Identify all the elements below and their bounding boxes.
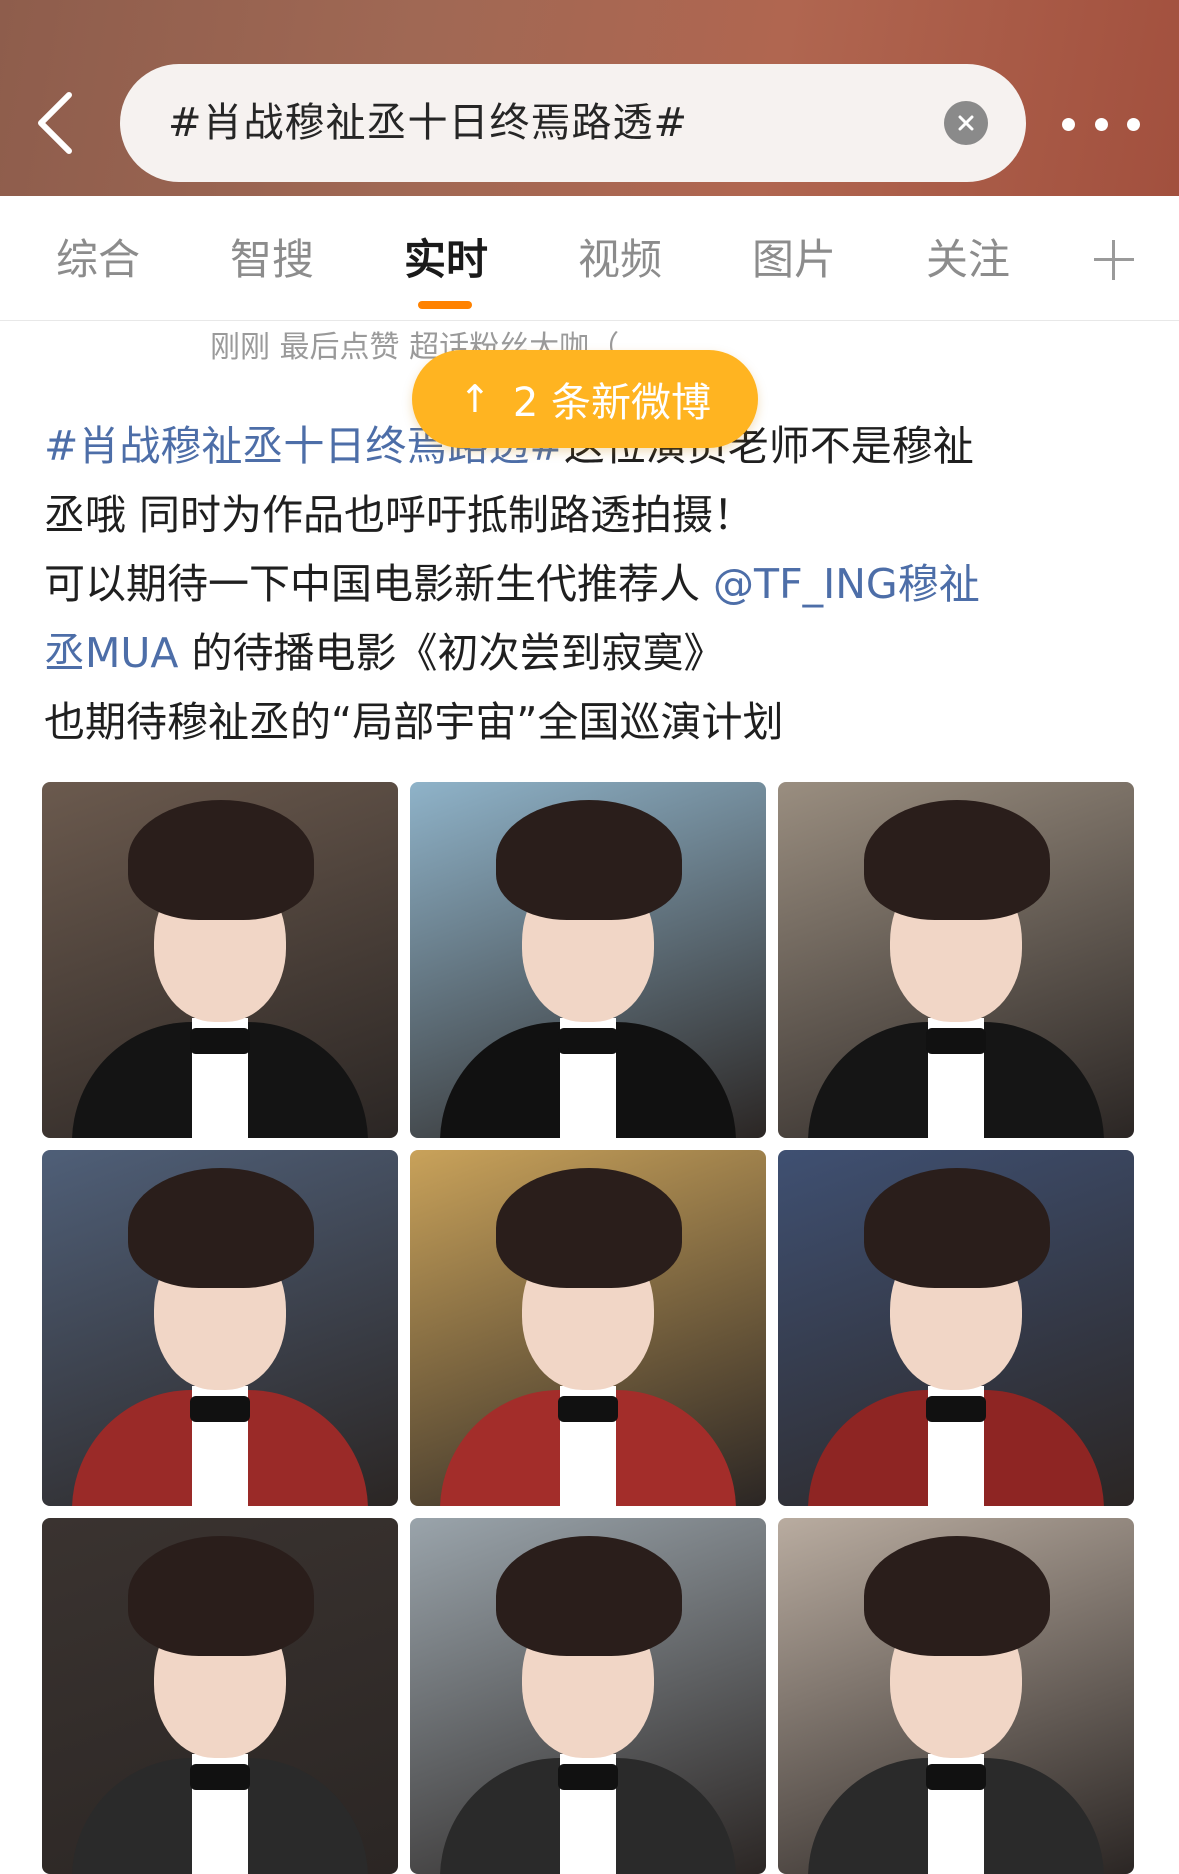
mention-link[interactable]: @TF_ING穆祉 bbox=[713, 560, 980, 608]
post-text-segment: 的待播电影《初次尝到寂寞》 bbox=[178, 629, 725, 677]
photo-hair bbox=[864, 1536, 1050, 1656]
photo-bow bbox=[190, 1764, 250, 1790]
new-posts-label: 2 条新微博 bbox=[512, 380, 711, 426]
photo-1[interactable] bbox=[42, 782, 398, 1138]
photo-6[interactable] bbox=[778, 1150, 1134, 1506]
post-line-5: 也期待穆祉丞的“局部宇宙”全国巡演计划 bbox=[44, 698, 784, 746]
tab-pictures[interactable]: 图片 bbox=[744, 196, 844, 320]
tab-video[interactable]: 视频 bbox=[570, 196, 670, 320]
search-tabs: 综合 智搜 实时 视频 图片 关注 bbox=[0, 196, 1179, 321]
photo-bow bbox=[926, 1396, 986, 1422]
photo-bow bbox=[558, 1764, 618, 1790]
search-header: #肖战穆祉丞十日终焉路透# bbox=[0, 0, 1179, 196]
active-tab-indicator bbox=[418, 301, 472, 309]
post-line-4: 丞MUA 的待播电影《初次尝到寂寞》 bbox=[44, 619, 1144, 688]
photo-hair bbox=[496, 1168, 682, 1288]
photo-bow bbox=[190, 1396, 250, 1422]
dot bbox=[1127, 117, 1140, 131]
tab-smart-search[interactable]: 智搜 bbox=[222, 196, 322, 320]
photo-hair bbox=[128, 1168, 314, 1288]
photo-bow bbox=[558, 1028, 618, 1054]
photo-8[interactable] bbox=[410, 1518, 766, 1874]
search-input[interactable]: #肖战穆祉丞十日终焉路透# bbox=[120, 64, 1026, 182]
back-button[interactable] bbox=[30, 88, 80, 158]
photo-hair bbox=[496, 1536, 682, 1656]
photo-bow bbox=[926, 1764, 986, 1790]
photo-hair bbox=[128, 800, 314, 920]
post-body: #肖战穆祉丞十日终焉路透#这位演员老师不是穆祉 丞哦 同时为作品也呼吁抵制路透拍… bbox=[44, 412, 1144, 757]
new-posts-button[interactable]: ↑ 2 条新微博 bbox=[412, 350, 758, 448]
arrow-up-icon: ↑ bbox=[458, 377, 491, 421]
photo-4[interactable] bbox=[42, 1150, 398, 1506]
dot bbox=[1062, 117, 1075, 131]
photo-bow bbox=[190, 1028, 250, 1054]
chevron-left-icon bbox=[38, 92, 72, 154]
photo-hair bbox=[864, 800, 1050, 920]
photo-bow bbox=[926, 1028, 986, 1054]
post-text-segment: 可以期待一下中国电影新生代推荐人 bbox=[44, 560, 714, 608]
photo-9[interactable] bbox=[778, 1518, 1134, 1874]
photo-3[interactable] bbox=[778, 782, 1134, 1138]
tab-following[interactable]: 关注 bbox=[918, 196, 1018, 320]
photo-5[interactable] bbox=[410, 1150, 766, 1506]
clear-search-button[interactable] bbox=[944, 101, 988, 145]
mention-link-continued[interactable]: 丞MUA bbox=[44, 629, 178, 677]
tab-comprehensive[interactable]: 综合 bbox=[48, 196, 148, 320]
post-line-2: 丞哦 同时为作品也呼吁抵制路透拍摄！ bbox=[44, 491, 755, 539]
photo-bow bbox=[558, 1396, 618, 1422]
photo-2[interactable] bbox=[410, 782, 766, 1138]
dot bbox=[1094, 117, 1108, 131]
plus-icon[interactable] bbox=[1094, 240, 1134, 280]
photo-7[interactable] bbox=[42, 1518, 398, 1874]
post-line-3: 可以期待一下中国电影新生代推荐人 @TF_ING穆祉 bbox=[44, 550, 1144, 619]
more-dots-icon[interactable] bbox=[1062, 100, 1140, 148]
photo-hair bbox=[128, 1536, 314, 1656]
photo-hair bbox=[496, 800, 682, 920]
close-icon bbox=[958, 115, 974, 131]
search-query-text: #肖战穆祉丞十日终焉路透# bbox=[168, 100, 689, 146]
photo-hair bbox=[864, 1168, 1050, 1288]
